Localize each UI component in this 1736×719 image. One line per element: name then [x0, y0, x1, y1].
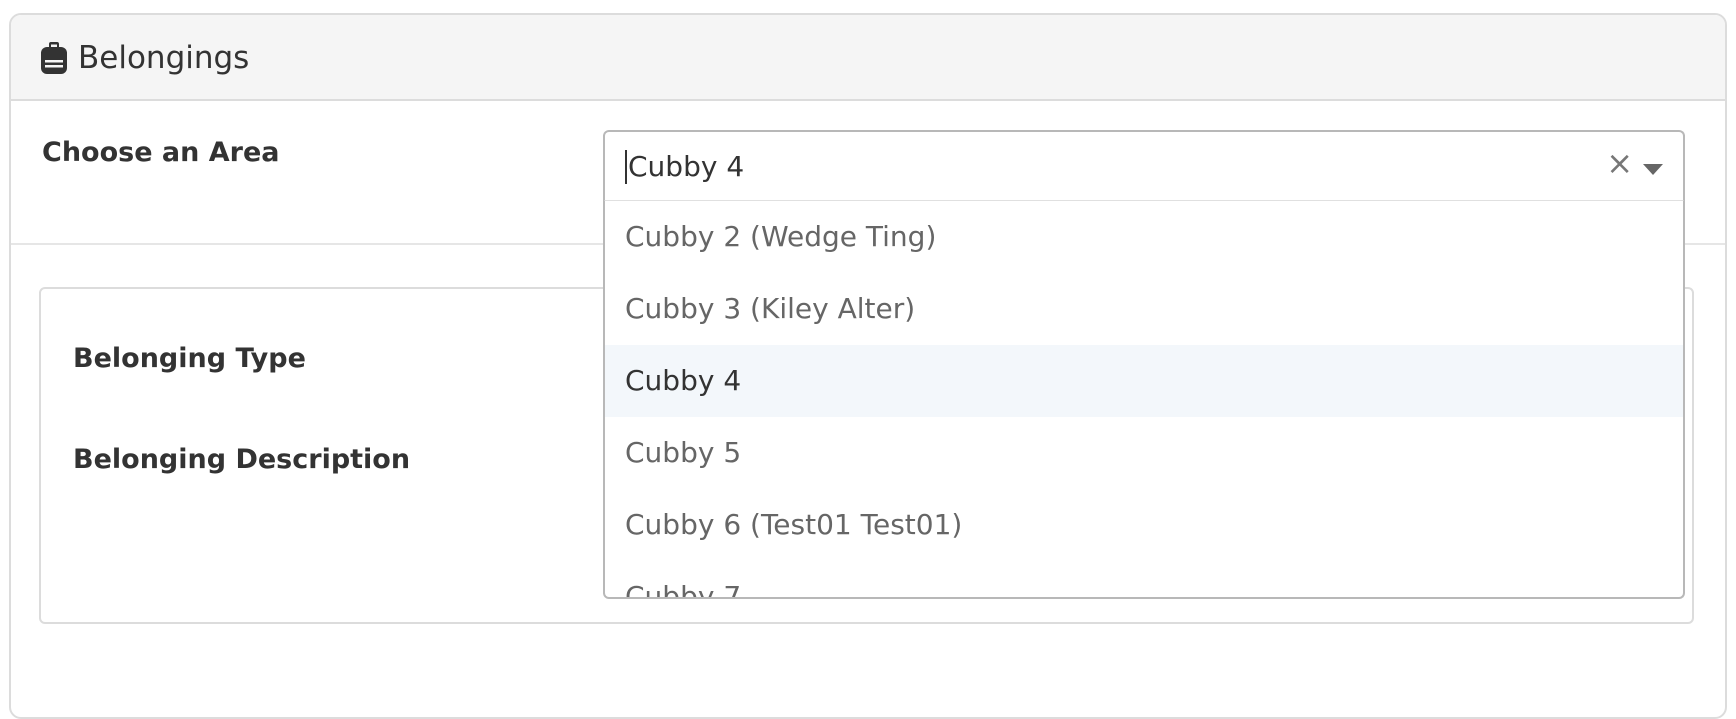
area-select[interactable]: Cubby 4 × [603, 130, 1685, 202]
dropdown-option[interactable]: Cubby 7 [605, 561, 1683, 597]
panel-title: Belongings [78, 40, 250, 76]
dropdown-option[interactable]: Cubby 6 (Test01 Test01) [605, 489, 1683, 561]
belonging-type-label: Belonging Type [73, 343, 306, 374]
backpack-icon [41, 42, 67, 74]
panel-header: Belongings [11, 15, 1725, 101]
dropdown-option[interactable]: Cubby 2 (Wedge Ting) [605, 201, 1683, 273]
area-select-input[interactable]: Cubby 4 [625, 150, 744, 184]
area-dropdown[interactable]: Cubby 2 (Wedge Ting) Cubby 3 (Kiley Alte… [603, 201, 1685, 599]
chevron-down-icon[interactable] [1643, 164, 1663, 175]
dropdown-option-highlighted[interactable]: Cubby 4 [605, 345, 1683, 417]
dropdown-option[interactable]: Cubby 5 [605, 417, 1683, 489]
dropdown-option[interactable]: Cubby 3 (Kiley Alter) [605, 273, 1683, 345]
belonging-description-label: Belonging Description [73, 444, 411, 475]
choose-area-label: Choose an Area [42, 137, 280, 168]
clear-icon[interactable]: × [1606, 146, 1633, 180]
